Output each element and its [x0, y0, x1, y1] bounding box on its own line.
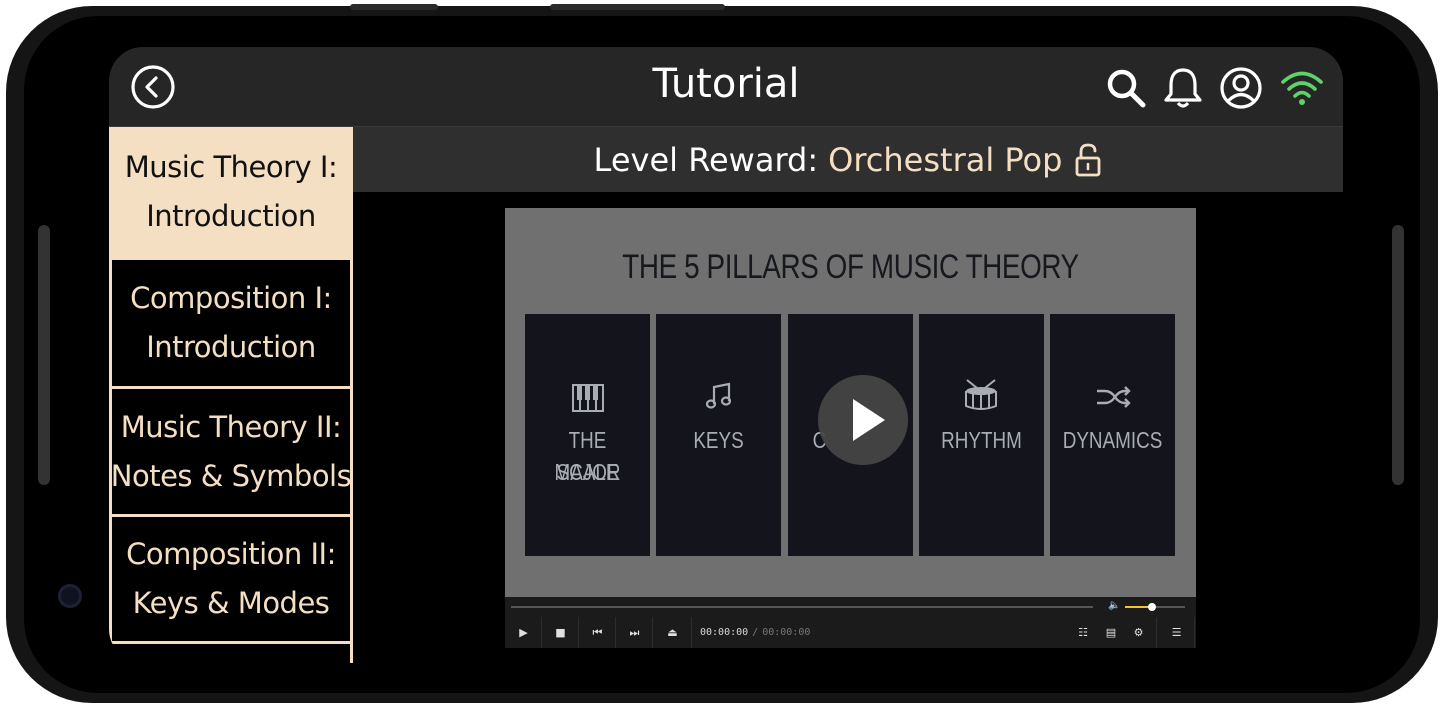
seek-bar[interactable]: [511, 606, 1093, 608]
lesson-sidebar: Music Theory I: Introduction Composition…: [109, 127, 353, 663]
play-overlay-button[interactable]: [818, 375, 908, 465]
piano-icon: [572, 384, 604, 412]
pillar-label: DYNAMICS: [1062, 427, 1163, 453]
search-icon[interactable]: [1103, 65, 1149, 111]
duration: 00:00:00: [762, 627, 811, 638]
previous-icon[interactable]: ⏮: [580, 617, 616, 648]
account-icon[interactable]: [1218, 65, 1264, 111]
volume-handle[interactable]: [1148, 603, 1156, 611]
menu-icon[interactable]: ☰: [1159, 617, 1195, 648]
eject-icon[interactable]: ⏏: [654, 617, 692, 648]
video-player[interactable]: THE 5 PILLARS OF MUSIC THEORY THE MAJOR …: [505, 208, 1196, 648]
drum-icon: [965, 379, 997, 410]
power-button: [350, 4, 438, 10]
speaker-right: [1392, 225, 1404, 485]
video-controls: 🔈 ▶ ■ ⏮ ⏭ ⏏ 00:00:00 / 00:00:00 ☷ ▤ ⚙ ☰: [505, 597, 1196, 648]
stop-icon[interactable]: ■: [543, 617, 579, 648]
music-note-icon: [706, 382, 732, 409]
pillar-card: RHYTHM: [919, 314, 1044, 556]
sidebar-item-sublabel: Notes & Symbols: [110, 458, 352, 493]
front-camera: [58, 584, 82, 608]
pillar-sublabel: SCALE: [556, 459, 619, 485]
reward-label: Level Reward:: [593, 140, 819, 179]
sidebar-item-sublabel: Keys & Modes: [132, 586, 330, 620]
volume-button: [550, 4, 725, 10]
top-bar: Tutorial: [109, 47, 1343, 127]
sidebar-item-composition-1[interactable]: Composition I: Introduction: [109, 260, 353, 389]
sidebar-item-music-theory-1[interactable]: Music Theory I: Introduction: [109, 127, 353, 260]
wifi-icon: [1281, 71, 1323, 105]
settings-icon[interactable]: ⚙: [1121, 617, 1157, 648]
volume-icon[interactable]: 🔈: [1108, 600, 1120, 611]
speaker-left: [38, 225, 50, 485]
pillar-card: DYNAMICS: [1050, 314, 1175, 556]
sidebar-item-sublabel: Introduction: [146, 330, 316, 364]
sidebar-item-label: Music Theory II:: [120, 409, 342, 444]
time-display: 00:00:00 / 00:00:00: [700, 617, 810, 648]
time-separator: /: [752, 627, 759, 638]
current-time: 00:00:00: [700, 627, 749, 638]
sidebar-item-next[interactable]: [109, 644, 353, 663]
bell-icon[interactable]: [1160, 65, 1206, 111]
page-title: Tutorial: [652, 61, 800, 107]
play-icon[interactable]: ▶: [506, 617, 542, 648]
pillar-label: RHYTHM: [941, 427, 1022, 453]
level-reward-bar: Level Reward: Orchestral Pop: [353, 127, 1343, 192]
next-icon[interactable]: ⏭: [617, 617, 653, 648]
reward-value: Orchestral Pop: [828, 140, 1063, 179]
pillar-card: THE MAJOR SCALE: [525, 314, 650, 556]
sidebar-item-label: Music Theory I:: [124, 150, 338, 184]
sidebar-item-sublabel: Introduction: [146, 199, 316, 233]
video-slide-title: THE 5 PILLARS OF MUSIC THEORY: [622, 248, 1079, 286]
unlock-icon: [1076, 143, 1101, 176]
sidebar-item-music-theory-2[interactable]: Music Theory II: Notes & Symbols: [109, 389, 353, 517]
sidebar-item-composition-2[interactable]: Composition II: Keys & Modes: [109, 517, 353, 644]
sidebar-item-label: Composition I:: [130, 281, 332, 315]
sidebar-item-label: Composition II:: [126, 537, 336, 571]
app-screen: Tutorial Music Theory I: Introduction Co…: [109, 47, 1343, 663]
shuffle-icon: [1097, 386, 1131, 408]
